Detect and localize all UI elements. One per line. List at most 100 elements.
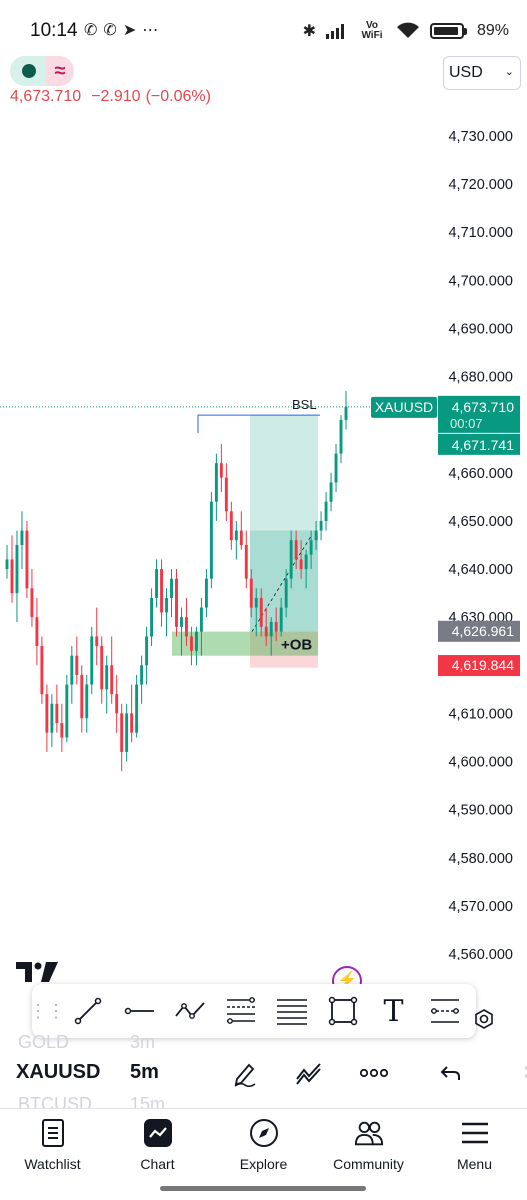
current-interval[interactable]: 5m <box>130 1061 159 1084</box>
candle-body <box>115 694 119 714</box>
candle <box>170 569 173 618</box>
candle <box>90 626 94 695</box>
candle-body <box>324 501 328 521</box>
prev-symbol[interactable]: GOLD <box>18 1032 69 1053</box>
redo-icon[interactable] <box>504 1056 527 1090</box>
candle <box>100 636 104 704</box>
path-icon[interactable] <box>164 991 215 1031</box>
more-icon[interactable] <box>357 1056 391 1090</box>
candle <box>324 492 328 531</box>
regression-icon[interactable] <box>419 991 470 1031</box>
candle-body <box>214 463 218 502</box>
y-axis-tick-label: 4,580.000 <box>448 851 513 867</box>
candle-body <box>329 482 333 502</box>
home-indicator <box>160 1186 366 1191</box>
y-axis-tick-label: 4,690.000 <box>448 321 513 337</box>
y-axis-tick-label: 4,660.000 <box>448 466 513 482</box>
candle <box>40 636 44 704</box>
market-status-pill[interactable]: ≈ <box>10 56 74 86</box>
chart-icon <box>143 1118 173 1148</box>
horizontal-ray-icon[interactable] <box>113 991 164 1031</box>
pencil-icon[interactable] <box>228 1056 262 1090</box>
candle-body <box>204 578 208 608</box>
fib-retracement-icon[interactable] <box>215 991 266 1031</box>
candle-body <box>274 621 278 632</box>
y-axis-tick-label: 4,700.000 <box>448 273 513 289</box>
bottom-nav: Watchlist Chart Explore Community Menu <box>0 1108 527 1178</box>
candle-body <box>224 477 228 512</box>
candle-body <box>30 588 34 618</box>
y-axis-tick-label: 4,590.000 <box>448 803 513 819</box>
candle-body <box>145 636 149 666</box>
candle-body <box>75 655 79 675</box>
settings-hex-icon[interactable] <box>472 1007 496 1031</box>
nav-watchlist[interactable]: Watchlist <box>0 1109 105 1179</box>
currency-value: USD <box>449 64 483 81</box>
candle <box>214 453 218 521</box>
candle-body <box>239 530 243 545</box>
candle-body <box>135 684 139 733</box>
status-bar: 10:14 ✆✆➤⋯ ✱ Vo WiFi 89% <box>0 0 527 62</box>
more-dots-icon: ⋯ <box>142 22 165 39</box>
current-symbol[interactable]: XAUUSD <box>16 1061 100 1084</box>
candle-body <box>150 597 154 637</box>
candle-body <box>45 694 49 733</box>
candle-body <box>264 626 268 637</box>
prev-interval[interactable]: 3m <box>130 1032 155 1053</box>
candle <box>65 674 69 743</box>
entry-price-tag-label: 4,626.961 <box>452 623 514 639</box>
candle-body <box>5 559 9 570</box>
candle-body <box>25 530 29 589</box>
candle <box>10 535 14 603</box>
nav-chart[interactable]: Chart <box>105 1109 210 1179</box>
candle-body <box>85 684 89 719</box>
candle-body <box>309 540 313 555</box>
text-icon[interactable]: T <box>368 991 419 1031</box>
price-chart[interactable]: 4,730.000 4,720.000 4,710.000 4,700.000 4,69… <box>0 100 527 960</box>
candle <box>15 530 19 622</box>
y-axis-tick-label: 4,650.000 <box>448 514 513 530</box>
candle <box>150 588 154 647</box>
candle-body <box>319 520 323 531</box>
trend-line-icon[interactable] <box>62 991 113 1031</box>
rectangle-icon[interactable] <box>317 991 368 1031</box>
drag-handle-icon[interactable]: ⋮⋮ <box>29 1001 65 1022</box>
candle-body <box>70 655 74 685</box>
candle-body <box>249 578 253 608</box>
nav-explore[interactable]: Explore <box>211 1109 316 1179</box>
wifi-icon <box>396 22 419 38</box>
candle <box>35 597 39 666</box>
candle <box>194 626 198 666</box>
candle-body <box>20 530 24 545</box>
candle-body <box>80 674 84 719</box>
y-axis-tick-label: 4,600.000 <box>448 755 513 771</box>
candle-body <box>130 713 134 733</box>
candle <box>339 415 343 464</box>
whatsapp-business-icon: ✆ <box>84 22 104 39</box>
indicators-icon[interactable] <box>292 1056 326 1090</box>
candle-body <box>219 463 223 478</box>
candle <box>60 703 64 752</box>
candle-body <box>95 636 99 647</box>
nav-community[interactable]: Community <box>316 1109 421 1179</box>
candle <box>20 511 24 570</box>
y-axis-tick-label: 4,730.000 <box>448 129 513 145</box>
parallel-channel-icon[interactable] <box>266 991 317 1031</box>
candle <box>175 569 178 637</box>
candle-body <box>194 631 198 651</box>
undo-icon[interactable] <box>434 1056 468 1090</box>
y-axis-tick-label: 4,610.000 <box>448 706 513 722</box>
candle-body <box>234 530 238 541</box>
y-axis-tick-label: 4,720.000 <box>448 177 513 193</box>
y-axis-tick-label: 4,710.000 <box>448 225 513 241</box>
candle-body <box>60 723 64 738</box>
candle <box>115 674 119 733</box>
candle <box>160 559 163 627</box>
candle <box>239 511 243 550</box>
candle <box>80 665 84 733</box>
currency-select[interactable]: USD ⌄ <box>443 56 521 90</box>
candle <box>319 511 323 541</box>
bsl-label: BSL <box>292 397 317 412</box>
nav-menu[interactable]: Menu <box>422 1109 527 1179</box>
candle <box>165 588 168 637</box>
